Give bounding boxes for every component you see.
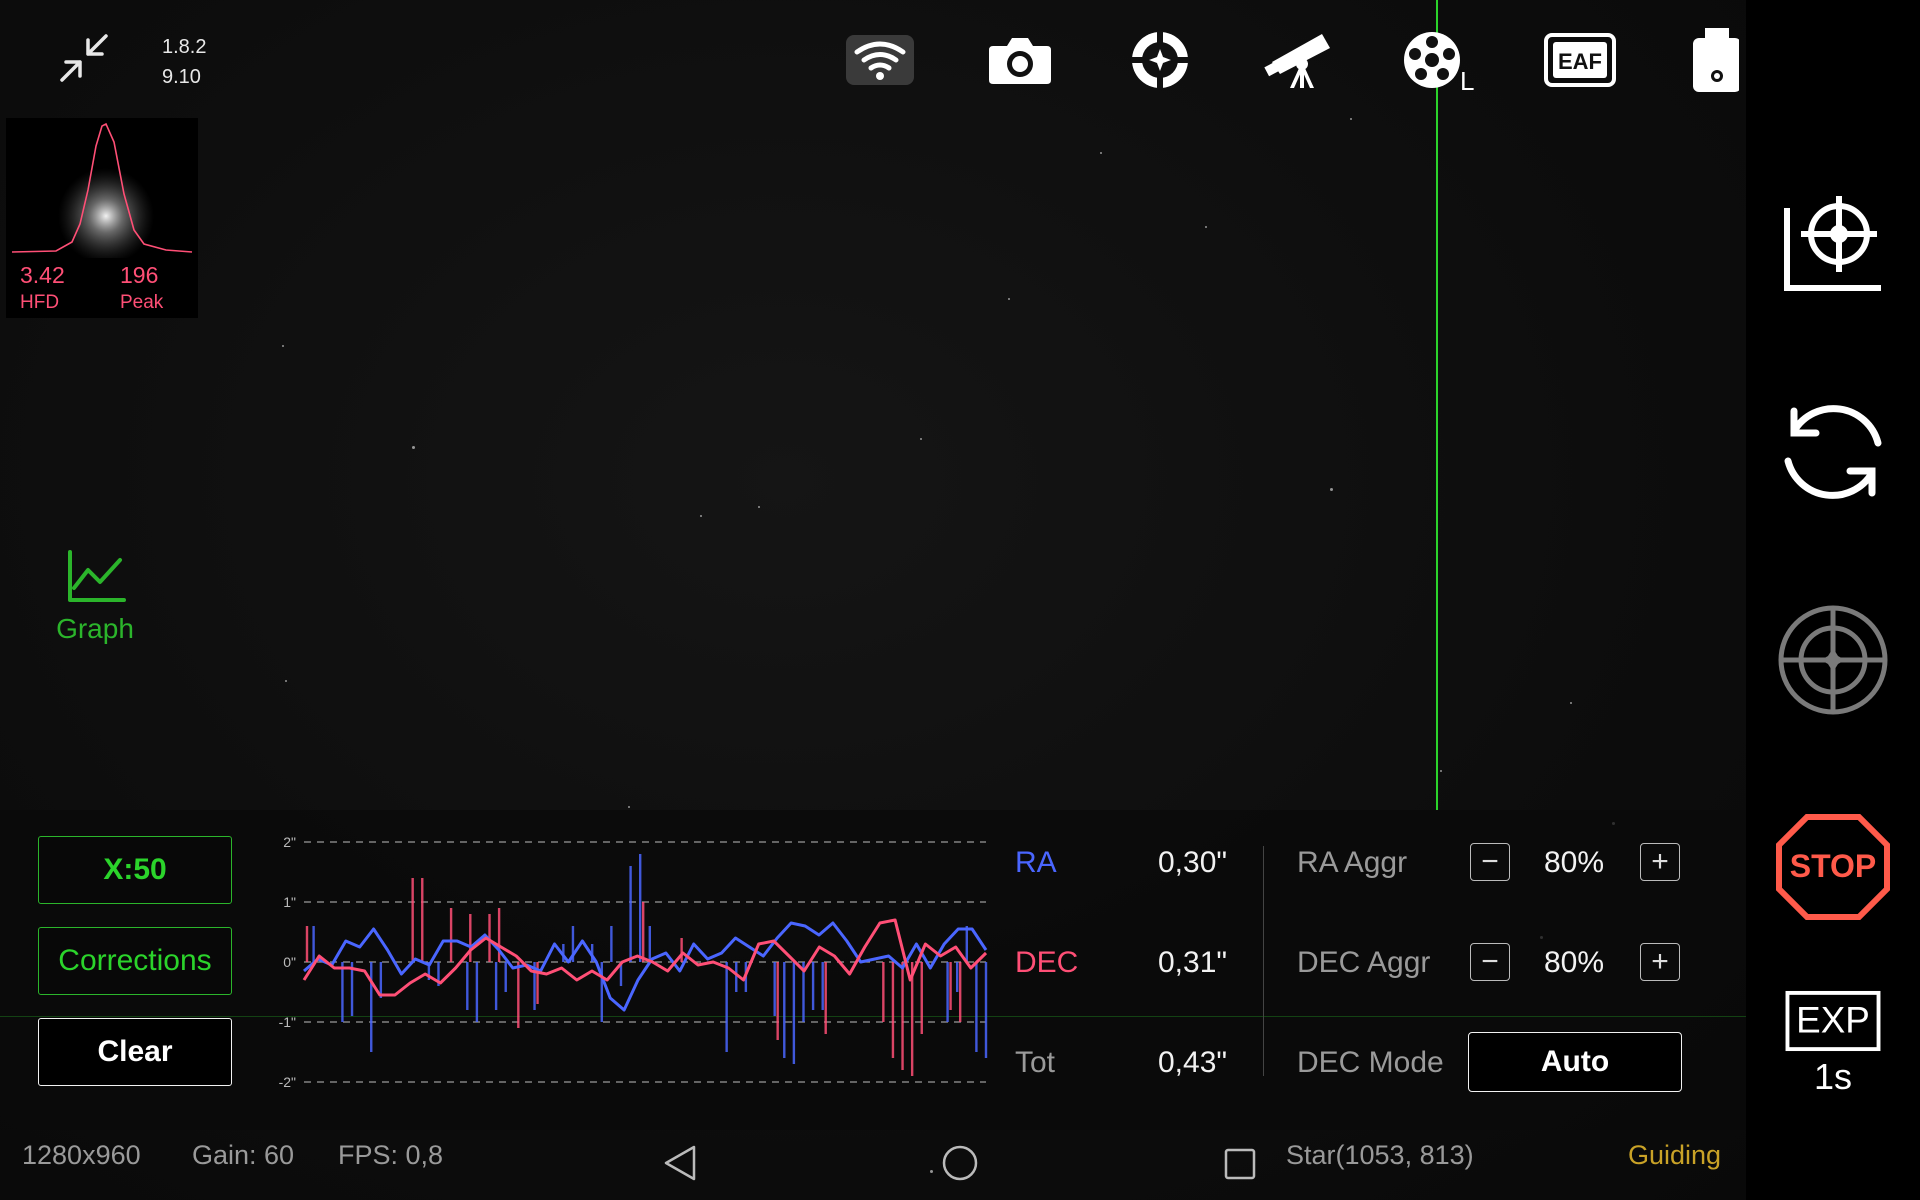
right-sidebar: STOP EXP 1s <box>1746 0 1920 1200</box>
star-point <box>920 438 922 440</box>
star-profile-plot <box>11 122 193 264</box>
x-scale-button[interactable]: X:50 <box>38 836 232 904</box>
y-tick-label: 2" <box>283 834 296 850</box>
exposure-icon: EXP <box>1785 990 1881 1052</box>
filter-label: L <box>1460 66 1474 92</box>
star-point <box>1350 118 1352 120</box>
nav-home-icon[interactable] <box>940 1143 980 1188</box>
clear-button[interactable]: Clear <box>38 1018 232 1086</box>
ra-aggr-value: 80% <box>1543 846 1605 879</box>
dec-aggr-value: 80% <box>1543 946 1605 979</box>
camera-icon[interactable] <box>982 28 1058 92</box>
guide-target-icon[interactable] <box>1746 602 1920 718</box>
version-line-2: 9.10 <box>162 66 201 88</box>
star-point <box>628 806 630 808</box>
star-point <box>758 506 760 508</box>
dec-label: DEC <box>1015 946 1079 979</box>
resolution-status: 1280x960 <box>22 1140 141 1170</box>
hfd-value: 3.42 <box>20 262 65 288</box>
ra-aggr-label: RA Aggr <box>1297 846 1408 879</box>
total-label: Tot <box>1015 1046 1056 1079</box>
peak-value: 196 <box>120 262 159 288</box>
calibrate-icon[interactable] <box>1746 186 1920 296</box>
stop-icon[interactable]: STOP <box>1746 812 1920 922</box>
y-tick-label: 1" <box>283 894 296 910</box>
dec-mode-label: DEC Mode <box>1297 1046 1444 1079</box>
star-point <box>1205 226 1207 228</box>
y-tick-label: -2" <box>279 1074 296 1088</box>
ra-aggr-decrease-button[interactable]: − <box>1470 843 1510 881</box>
fps-status: FPS: 0,8 <box>338 1140 444 1170</box>
guide-camera-icon[interactable] <box>1122 28 1198 92</box>
loop-icon[interactable] <box>1746 394 1920 510</box>
exp-label: EXP <box>1796 1000 1870 1041</box>
shrink-icon[interactable] <box>56 30 112 86</box>
stop-label: STOP <box>1790 848 1877 884</box>
guiding-state-status: Guiding <box>1628 1140 1722 1170</box>
star-point <box>1330 488 1333 491</box>
star-point <box>1440 770 1442 772</box>
graph-icon <box>68 550 126 602</box>
panel-divider <box>1263 846 1264 1076</box>
version-line-1: 1.8.2 <box>162 36 207 58</box>
star-profile-panel[interactable]: 3.42 HFD 196 Peak <box>6 118 198 318</box>
total-rms-value: 0,43" <box>1158 1046 1228 1079</box>
peak-label: Peak <box>120 292 164 313</box>
filter-wheel-icon[interactable]: L <box>1402 28 1478 92</box>
graph-toggle-button[interactable]: Graph <box>50 548 140 645</box>
usb-storage-icon[interactable] <box>1682 28 1746 92</box>
star-point <box>930 1170 933 1173</box>
y-tick-label: -1" <box>279 1014 296 1030</box>
star-point <box>412 446 415 449</box>
nav-recents-icon[interactable] <box>1224 1148 1256 1185</box>
guide-graph[interactable]: 2" 1" 0" -1" -2" <box>272 826 994 1088</box>
star-point <box>285 680 287 682</box>
exposure-button[interactable]: EXP 1s <box>1746 990 1920 1098</box>
ra-label: RA <box>1015 846 1057 879</box>
graph-toggle-label: Graph <box>56 613 134 644</box>
dec-mode-select[interactable]: Auto <box>1468 1032 1682 1092</box>
corrections-button[interactable]: Corrections <box>38 927 232 995</box>
star-point <box>1100 152 1102 154</box>
crosshair-vertical-line <box>1436 0 1438 810</box>
dec-aggr-increase-button[interactable]: + <box>1640 943 1680 981</box>
star-position-status: Star(1053, 813) <box>1286 1140 1474 1170</box>
wifi-icon[interactable] <box>842 28 918 92</box>
star-point <box>1570 702 1572 704</box>
dec-rms-value: 0,31" <box>1158 946 1228 979</box>
telescope-icon[interactable] <box>1262 28 1338 92</box>
eaf-label: EAF <box>1558 49 1602 74</box>
hfd-label: HFD <box>20 292 60 313</box>
version-info: 1.8.2 9.10 <box>162 32 206 92</box>
star-point <box>282 345 284 347</box>
y-tick-label: 0" <box>283 954 296 970</box>
dec-aggr-label: DEC Aggr <box>1297 946 1431 979</box>
ra-rms-value: 0,30" <box>1158 846 1228 879</box>
star-point <box>1008 298 1010 300</box>
nav-back-icon[interactable] <box>662 1143 698 1188</box>
ra-aggr-increase-button[interactable]: + <box>1640 843 1680 881</box>
exposure-value: 1s <box>1813 1056 1853 1097</box>
dec-aggr-decrease-button[interactable]: − <box>1470 943 1510 981</box>
eaf-icon[interactable]: EAF <box>1542 28 1618 92</box>
star-point <box>700 515 702 517</box>
gain-status: Gain: 60 <box>192 1140 295 1170</box>
